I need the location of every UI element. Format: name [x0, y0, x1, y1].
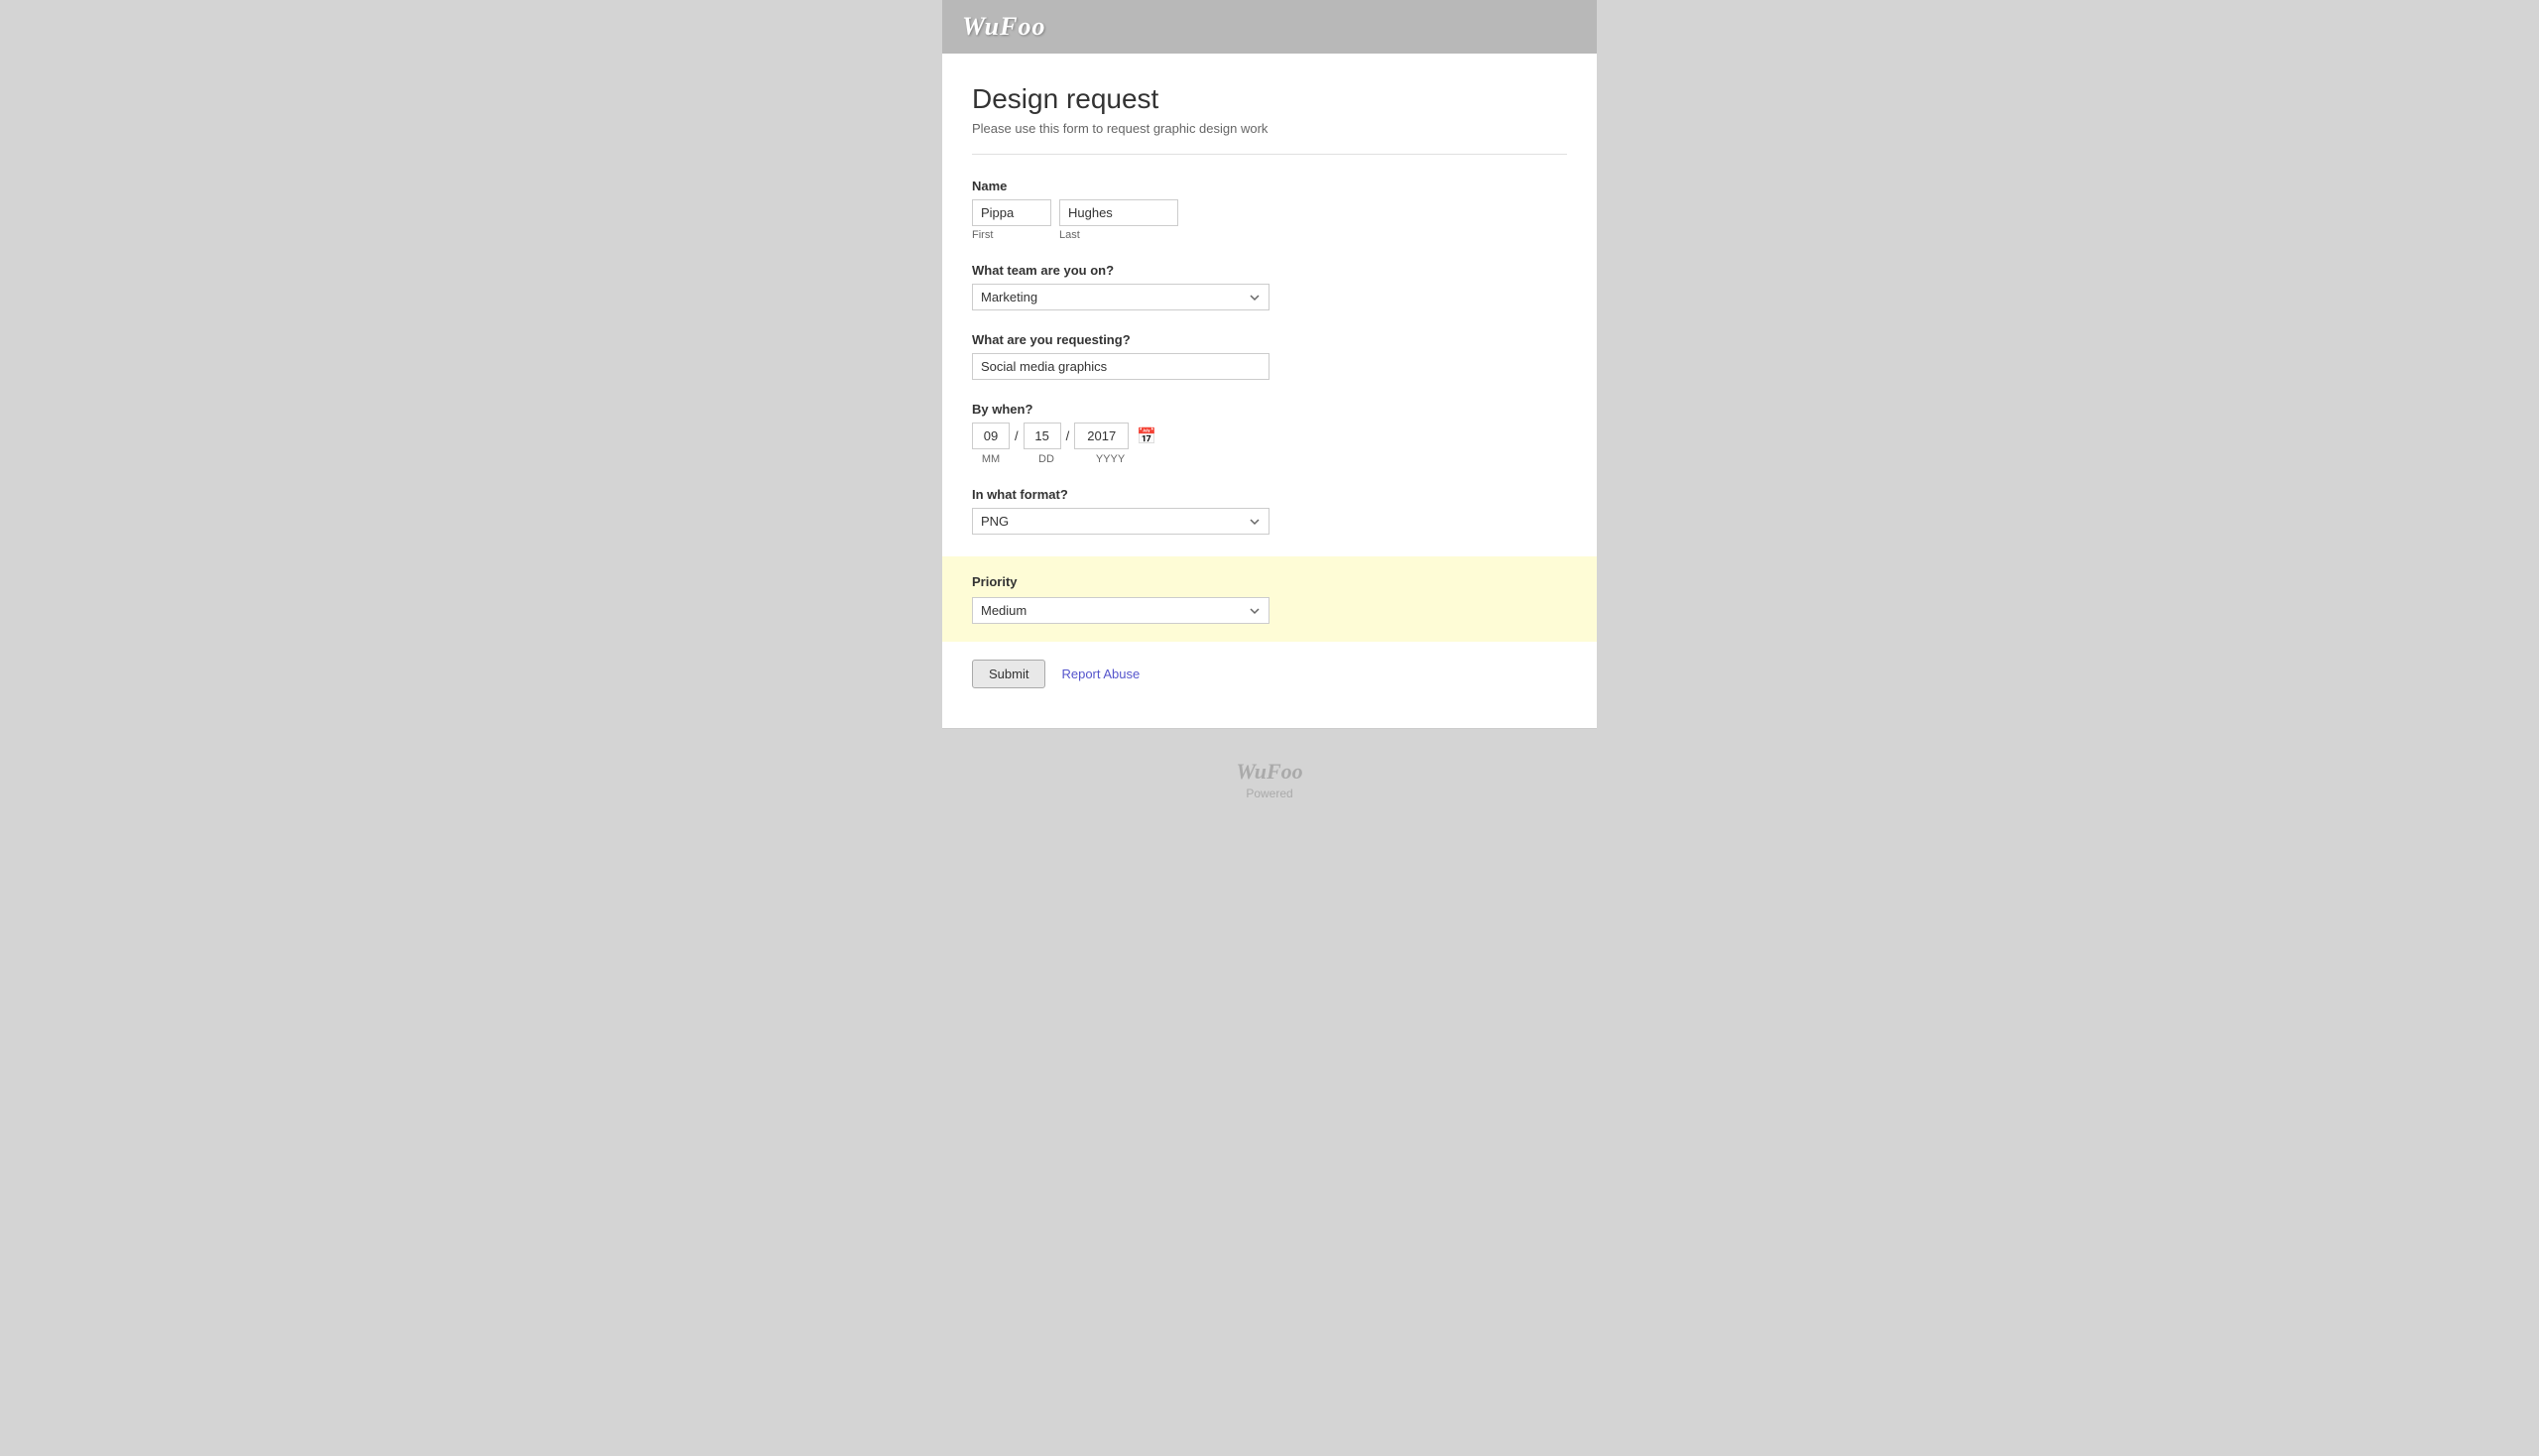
form-title: Design request: [972, 83, 1567, 115]
submit-section: Submit Report Abuse: [972, 642, 1567, 698]
request-input[interactable]: [972, 353, 1270, 380]
request-label: What are you requesting?: [972, 332, 1567, 347]
format-select[interactable]: PNG JPG SVG PDF GIF: [972, 508, 1270, 535]
date-separator-2: /: [1065, 428, 1071, 443]
date-group: / / 📅: [972, 423, 1567, 449]
dd-sublabel: DD: [1028, 453, 1065, 465]
format-field-group: In what format? PNG JPG SVG PDF GIF: [972, 487, 1567, 535]
footer-powered: Powered: [1246, 787, 1292, 800]
date-sublabels: MM DD YYYY: [972, 453, 1567, 465]
date-separator-1: /: [1014, 428, 1020, 443]
team-label: What team are you on?: [972, 263, 1567, 278]
priority-select[interactable]: Low Medium High Critical: [972, 597, 1270, 624]
last-name-wrapper: Last: [1059, 199, 1178, 241]
name-field-group: Name First Last: [972, 179, 1567, 241]
team-select[interactable]: Marketing Sales Engineering Design Other: [972, 284, 1270, 310]
report-abuse-link[interactable]: Report Abuse: [1061, 667, 1140, 681]
submit-button[interactable]: Submit: [972, 660, 1045, 688]
by-when-label: By when?: [972, 402, 1567, 417]
date-yyyy-input[interactable]: [1074, 423, 1129, 449]
format-label: In what format?: [972, 487, 1567, 502]
first-name-wrapper: First: [972, 199, 1051, 241]
team-field-group: What team are you on? Marketing Sales En…: [972, 263, 1567, 310]
date-dd-input[interactable]: [1024, 423, 1061, 449]
footer-logo: WuFoo: [1236, 759, 1302, 785]
last-name-input[interactable]: [1059, 199, 1178, 226]
name-label: Name: [972, 179, 1567, 193]
first-name-input[interactable]: [972, 199, 1051, 226]
last-name-sublabel: Last: [1059, 229, 1178, 241]
priority-label: Priority: [972, 574, 1567, 589]
name-fields-row: First Last: [972, 199, 1567, 241]
priority-section: Priority Low Medium High Critical: [942, 556, 1597, 642]
footer-section: WuFoo Powered: [942, 739, 1597, 820]
form-description: Please use this form to request graphic …: [972, 121, 1567, 155]
header-bar: WuFoo: [942, 0, 1597, 54]
yyyy-sublabel: YYYY: [1083, 453, 1138, 465]
by-when-field-group: By when? / / 📅 MM DD YYYY: [972, 402, 1567, 465]
date-mm-input[interactable]: [972, 423, 1010, 449]
request-field-group: What are you requesting?: [972, 332, 1567, 380]
first-name-sublabel: First: [972, 229, 1051, 241]
wufoo-logo: WuFoo: [962, 12, 1046, 42]
mm-sublabel: MM: [972, 453, 1010, 465]
form-container: Design request Please use this form to r…: [942, 54, 1597, 729]
calendar-icon[interactable]: 📅: [1137, 426, 1156, 446]
